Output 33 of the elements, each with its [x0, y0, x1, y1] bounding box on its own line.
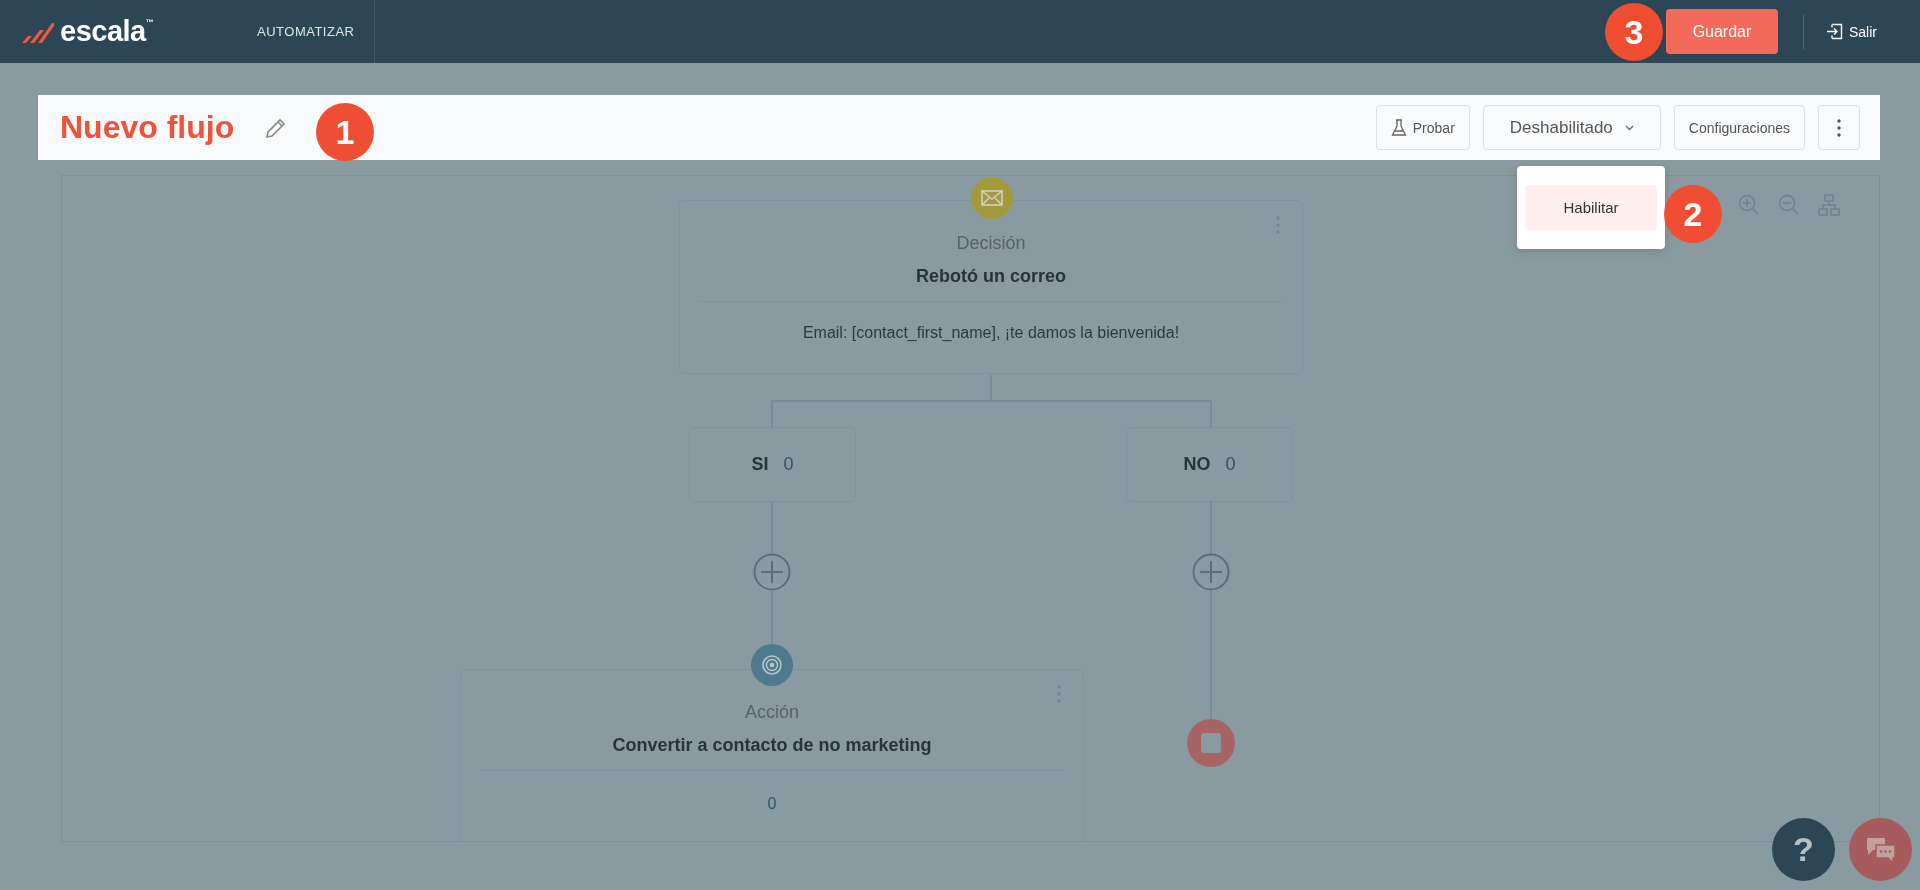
node-title: Convertir a contacto de no marketing: [611, 735, 933, 756]
node-type: Decisión: [955, 233, 1027, 254]
chat-icon: [1864, 835, 1897, 864]
node-type: Acción: [744, 702, 800, 723]
stop-icon: [1187, 719, 1235, 767]
node-title: Rebotó un correo: [915, 266, 1067, 287]
exit-icon: [1826, 23, 1843, 40]
logo-icon: [20, 20, 54, 43]
zoom-out-icon[interactable]: [1778, 194, 1800, 216]
node-detail: Email: [contact_first_name], ¡te damos la bienvenida!: [801, 324, 1181, 342]
flow-title: Nuevo flujo: [60, 109, 235, 146]
kebab-icon: [1837, 118, 1841, 137]
node-count: 0: [766, 795, 778, 813]
help-button[interactable]: ?: [1772, 818, 1835, 881]
chevron-down-icon: [1624, 124, 1634, 131]
envelope-icon: [971, 177, 1013, 219]
target-icon: [751, 644, 793, 686]
exit-link[interactable]: Salir: [1826, 23, 1877, 40]
zoom-in-icon[interactable]: [1738, 194, 1760, 216]
branch-node[interactable]: NO 0: [1126, 427, 1293, 502]
status-dropdown[interactable]: Deshabilitado: [1482, 105, 1661, 150]
settings-button[interactable]: Configuraciones: [1673, 105, 1805, 150]
flask-icon: [1390, 118, 1407, 137]
branch-node[interactable]: SI 0: [689, 427, 856, 502]
logo-text: escala$^{™}$: [60, 15, 154, 48]
test-button[interactable]: Probar: [1375, 105, 1470, 150]
more-button[interactable]: [1818, 105, 1860, 150]
nav-link[interactable]: AUTOMATIZAR: [250, 0, 376, 63]
menu-item[interactable]: Habilitar: [1525, 185, 1657, 230]
add-step-icon[interactable]: [753, 553, 791, 591]
add-step-icon[interactable]: [1192, 553, 1230, 591]
step-number-badge: 2: [1664, 185, 1722, 243]
hierarchy-icon[interactable]: [1818, 194, 1840, 216]
